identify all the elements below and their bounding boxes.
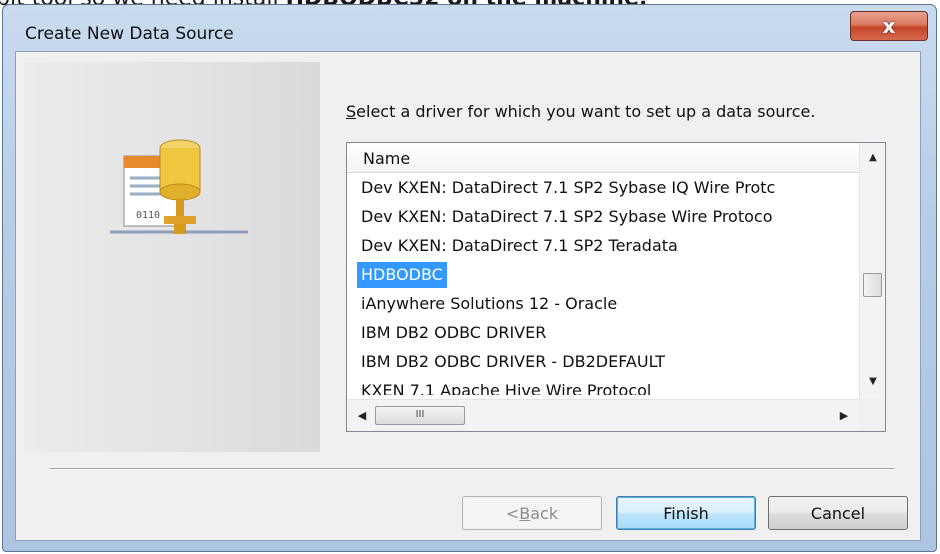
wizard-side-panel: 0110 (24, 62, 320, 452)
vertical-scrollbar[interactable]: ▲ ▼ (859, 143, 885, 399)
column-header-name[interactable]: Name (347, 143, 859, 173)
list-item[interactable]: Dev KXEN: DataDirect 7.1 SP2 Teradata (357, 233, 682, 259)
instructions-mnemonic: S (346, 102, 357, 121)
scroll-down-icon[interactable]: ▼ (860, 371, 885, 393)
back-button[interactable]: < Back (462, 496, 602, 530)
driver-listbox[interactable]: Name Dev KXEN: DataDirect 7.1 SP2 Sybase… (346, 142, 886, 432)
list-item-selected[interactable]: HDBODBC (357, 262, 447, 288)
back-mnemonic: B (519, 503, 531, 523)
scroll-right-icon[interactable]: ▶ (833, 406, 855, 426)
dialog-title: Create New Data Source (25, 24, 234, 44)
separator (50, 468, 894, 470)
list-item[interactable]: Dev KXEN: DataDirect 7.1 SP2 Sybase IQ W… (357, 175, 779, 201)
list-item[interactable]: Dev KXEN: DataDirect 7.1 SP2 Sybase Wire… (357, 204, 776, 230)
driver-list-items: Dev KXEN: DataDirect 7.1 SP2 Sybase IQ W… (347, 173, 859, 395)
close-icon: x (882, 14, 896, 38)
horizontal-scrollbar[interactable]: ◀ III ▶ (347, 399, 859, 431)
svg-text:0110: 0110 (136, 210, 160, 221)
list-item[interactable]: IBM DB2 ODBC DRIVER - DB2DEFAULT (357, 349, 669, 375)
back-prefix: < (505, 503, 520, 523)
scroll-left-icon[interactable]: ◀ (351, 406, 373, 426)
list-item[interactable]: iAnywhere Solutions 12 - Oracle (357, 291, 621, 317)
dialog-client-area: 0110 Select a driver for which you want … (15, 51, 921, 541)
back-label: ack (530, 503, 559, 523)
vertical-scroll-thumb[interactable] (863, 273, 882, 297)
scrollbar-corner (859, 399, 885, 431)
horizontal-scroll-thumb[interactable]: III (375, 406, 465, 425)
close-button[interactable]: x (850, 11, 928, 41)
instructions-text: elect a driver for which you want to set… (356, 102, 816, 121)
data-source-icon: 0110 (110, 139, 248, 234)
create-data-source-dialog: Create New Data Source x 0110 Select a d… (2, 4, 937, 552)
cancel-button[interactable]: Cancel (768, 496, 908, 530)
list-item[interactable]: IBM DB2 ODBC DRIVER (357, 320, 550, 346)
finish-button[interactable]: Finish (616, 496, 756, 530)
list-item[interactable]: KXEN 7.1 Apache Hive Wire Protocol (357, 378, 655, 395)
scroll-up-icon[interactable]: ▲ (860, 147, 885, 169)
instructions-label: Select a driver for which you want to se… (346, 102, 815, 121)
